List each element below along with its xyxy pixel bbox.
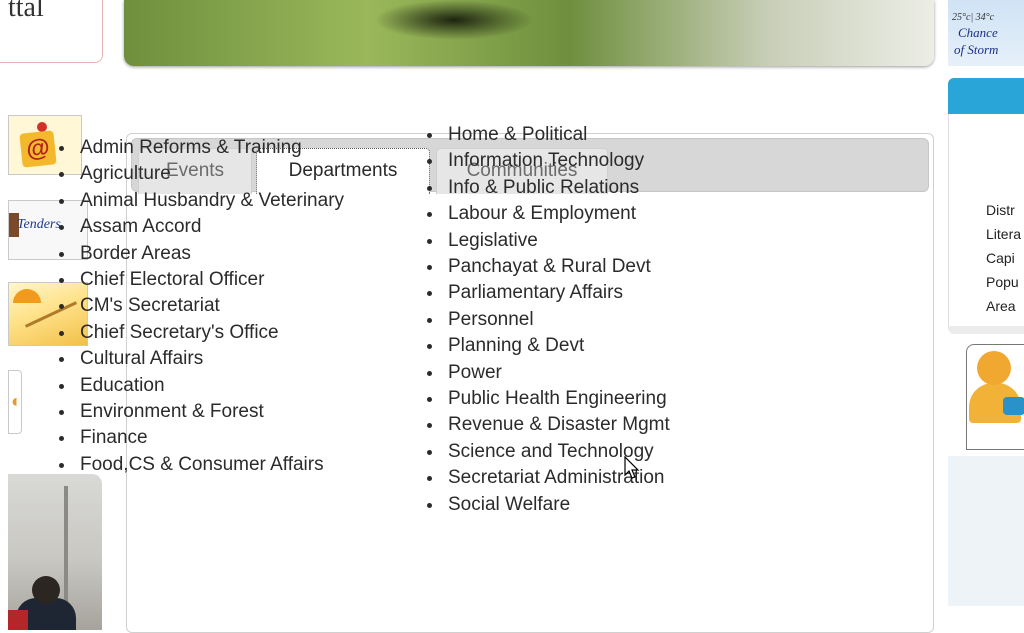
info-panel-header [948, 78, 1024, 114]
arrow-icon [1003, 397, 1024, 415]
info-labels: Distr Litera Capi Popu Area [986, 198, 1021, 318]
department-link[interactable]: Admin Reforms & Training [76, 135, 376, 161]
weather-widget: 25°c| 34°c Chance of Storm [948, 0, 1024, 66]
weather-condition-line2: of Storm [954, 42, 999, 57]
weather-condition-line1: Chance [958, 25, 998, 40]
department-link[interactable]: Planning & Devt [444, 333, 744, 359]
department-link[interactable]: Legislative [444, 228, 744, 254]
weather-temperature: 25°c| 34°c [952, 12, 995, 23]
info-label: Litera [986, 226, 1022, 242]
department-link[interactable]: Science and Technology [444, 439, 744, 465]
left-top-logo-box: ttal [0, 0, 103, 63]
department-link[interactable]: Finance [76, 425, 376, 451]
department-link[interactable]: Environment & Forest [76, 399, 376, 425]
department-link[interactable]: Information Technology [444, 148, 744, 174]
department-link[interactable]: Chief Secretary's Office [76, 320, 376, 346]
info-label: Capi [986, 250, 1015, 266]
departments-list-column-1: Admin Reforms & Training Agriculture Ani… [56, 135, 376, 478]
district-info-panel: Distr Litera Capi Popu Area [948, 78, 1024, 334]
department-link[interactable]: Info & Public Relations [444, 175, 744, 201]
info-label: Distr [986, 202, 1015, 218]
info-label: Area [986, 298, 1016, 314]
departments-list-column-2: Home & Political Information Technology … [424, 122, 744, 518]
user-icon [977, 351, 1011, 385]
department-link[interactable]: Agriculture [76, 161, 376, 187]
department-link[interactable]: Home & Political [444, 122, 744, 148]
department-link[interactable]: Secretariat Administration [444, 465, 744, 491]
user-profile-link[interactable] [966, 344, 1024, 450]
department-link[interactable]: CM's Secretariat [76, 293, 376, 319]
official-photo [8, 474, 102, 630]
header-banner-image [124, 0, 934, 66]
department-link[interactable]: Chief Electoral Officer [76, 267, 376, 293]
right-bottom-panel [948, 456, 1024, 606]
department-link[interactable]: Personnel [444, 307, 744, 333]
department-link[interactable]: Labour & Employment [444, 201, 744, 227]
info-label: Popu [986, 274, 1019, 290]
left-top-logo-text: ttal [8, 0, 44, 23]
department-link[interactable]: Border Areas [76, 241, 376, 267]
department-link[interactable]: Animal Husbandry & Veterinary [76, 188, 376, 214]
department-link[interactable]: Social Welfare [444, 492, 744, 518]
sun-umbrella-icon [13, 289, 41, 303]
department-link[interactable]: Parliamentary Affairs [444, 280, 744, 306]
photo-red-shirt [8, 610, 28, 630]
department-link[interactable]: Revenue & Disaster Mgmt [444, 412, 744, 438]
department-link[interactable]: Public Health Engineering [444, 386, 744, 412]
department-link[interactable]: Education [76, 373, 376, 399]
department-link[interactable]: Panchayat & Rural Devt [444, 254, 744, 280]
tenders-label: Tenders [17, 217, 61, 232]
department-link[interactable]: Assam Accord [76, 214, 376, 240]
department-link[interactable]: Cultural Affairs [76, 346, 376, 372]
photo-person-head [32, 576, 60, 604]
mail-at-icon: @ [19, 130, 57, 168]
side-link-partial[interactable]: ◐ [8, 370, 22, 434]
banner-shadow [374, 0, 534, 40]
department-link[interactable]: Food,CS & Consumer Affairs [76, 452, 376, 478]
department-link[interactable]: Power [444, 360, 744, 386]
partial-icon: ◐ [11, 391, 22, 411]
mouse-cursor-icon [624, 456, 640, 479]
